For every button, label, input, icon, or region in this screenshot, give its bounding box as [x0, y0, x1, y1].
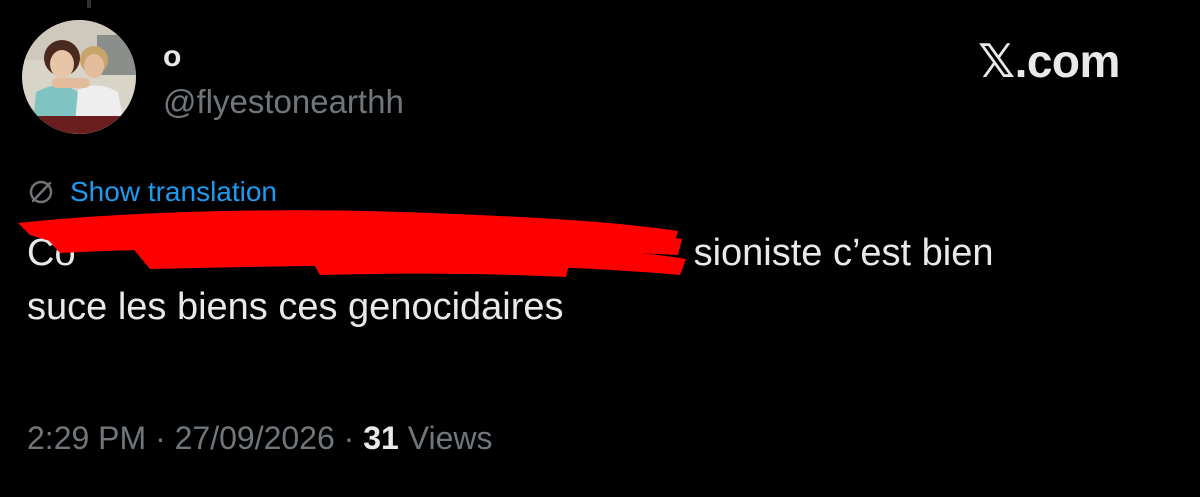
avatar-photo — [22, 20, 136, 134]
tweet-time[interactable]: 2:29 PM — [27, 420, 146, 456]
display-name[interactable]: o — [163, 40, 181, 74]
tweet-line-1-end: sioniste c’est bien — [693, 232, 994, 274]
meta-separator: · — [334, 420, 364, 456]
views-count: 31 — [363, 420, 399, 456]
views-label: Views — [398, 420, 493, 456]
thread-connector — [87, 0, 91, 8]
red-scribble-redaction — [18, 210, 686, 277]
globe-slash-icon — [29, 180, 53, 204]
x-logo-icon: 𝕏 — [978, 34, 1015, 88]
tweet-date[interactable]: 27/09/2026 — [175, 420, 335, 456]
tweet-line-2: suce les biens ces genocidaires — [27, 286, 564, 328]
x-com-logo: 𝕏.com — [978, 36, 1120, 86]
tweet-meta: 2:29 PM · 27/09/2026 · 31 Views — [27, 418, 492, 458]
meta-separator: · — [146, 420, 175, 456]
user-handle[interactable]: @flyestonearthh — [163, 82, 404, 122]
show-translation-label: Show translation — [70, 176, 278, 207]
brand-domain: .com — [1014, 35, 1121, 87]
avatar[interactable] — [22, 20, 136, 134]
